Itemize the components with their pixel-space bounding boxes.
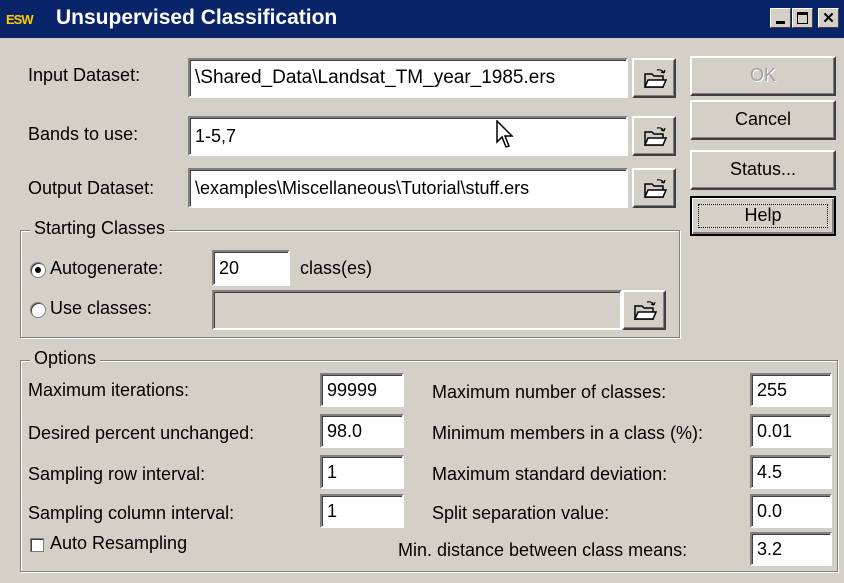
unsupervised-classification-dialog: ESW Unsupervised Classification ✕ Input … (0, 0, 844, 583)
max-classes-field[interactable]: 255 (750, 373, 832, 407)
use-classes-label: Use classes: (50, 298, 153, 318)
title-bar[interactable]: ESW Unsupervised Classification ✕ (0, 0, 844, 38)
max-iterations-field[interactable]: 99999 (320, 373, 404, 407)
class-units-label: class(es) (300, 258, 373, 278)
focus-rectangle (698, 204, 828, 228)
output-dataset-label: Output Dataset: (28, 178, 155, 198)
use-classes-radio[interactable] (30, 302, 46, 318)
autogenerate-label: Autogenerate: (50, 258, 164, 278)
max-std-dev-label: Maximum standard deviation: (432, 464, 668, 484)
column-interval-field[interactable]: 1 (320, 494, 404, 528)
cancel-button[interactable]: Cancel (690, 100, 836, 140)
maximize-button[interactable] (792, 8, 813, 28)
min-members-field[interactable]: 0.01 (750, 414, 832, 448)
use-classes-field[interactable] (212, 290, 622, 330)
mouse-pointer-icon (496, 120, 514, 148)
max-classes-label: Maximum number of classes: (432, 382, 667, 402)
min-distance-label: Min. distance between class means: (398, 540, 688, 560)
open-folder-icon (643, 179, 667, 198)
close-button[interactable]: ✕ (818, 8, 839, 28)
split-separation-label: Split separation value: (432, 503, 610, 523)
output-dataset-field[interactable]: \examples\Miscellaneous\Tutorial\stuff.e… (188, 168, 628, 208)
open-folder-icon (643, 69, 667, 88)
auto-resampling-label: Auto Resampling (50, 533, 188, 553)
max-std-dev-field[interactable]: 4.5 (750, 455, 832, 489)
desired-percent-label: Desired percent unchanged: (28, 423, 255, 443)
autogenerate-count-field[interactable]: 20 (212, 250, 290, 286)
radio-selected-dot (35, 267, 41, 273)
desired-percent-field[interactable]: 98.0 (320, 414, 404, 448)
min-members-label: Minimum members in a class (%): (432, 423, 704, 443)
autogenerate-radio[interactable] (30, 262, 46, 278)
split-separation-field[interactable]: 0.0 (750, 494, 832, 528)
minimize-icon (776, 20, 785, 24)
maximize-icon (797, 12, 808, 24)
bands-browse-button[interactable] (632, 116, 676, 156)
use-classes-browse-button[interactable] (622, 290, 666, 330)
bands-label: Bands to use: (28, 124, 139, 144)
column-interval-label: Sampling column interval: (28, 503, 235, 523)
open-folder-icon (643, 127, 667, 146)
help-button[interactable]: Help (690, 196, 836, 236)
minimize-button[interactable] (770, 8, 791, 28)
window-title: Unsupervised Classification (56, 6, 338, 29)
status-button[interactable]: Status... (690, 150, 836, 190)
row-interval-label: Sampling row interval: (28, 464, 206, 484)
input-dataset-browse-button[interactable] (632, 58, 676, 98)
ok-button-label: OK (749, 65, 776, 85)
ok-button[interactable]: OK (690, 56, 836, 96)
min-distance-field[interactable]: 3.2 (750, 532, 832, 566)
input-dataset-field[interactable]: \Shared_Data\Landsat_TM_year_1985.ers (188, 58, 628, 98)
row-interval-field[interactable]: 1 (320, 455, 404, 489)
close-icon: ✕ (822, 9, 835, 27)
input-dataset-label: Input Dataset: (28, 65, 141, 85)
bands-field[interactable]: 1-5,7 (188, 116, 628, 156)
starting-classes-title: Starting Classes (30, 218, 170, 239)
status-button-label: Status... (729, 159, 797, 179)
app-icon: ESW (6, 12, 34, 27)
output-dataset-browse-button[interactable] (632, 168, 676, 208)
max-iterations-label: Maximum iterations: (28, 380, 190, 400)
auto-resampling-checkbox[interactable] (30, 538, 44, 552)
options-title: Options (30, 348, 101, 369)
open-folder-icon (633, 301, 657, 320)
cancel-button-label: Cancel (734, 109, 792, 129)
